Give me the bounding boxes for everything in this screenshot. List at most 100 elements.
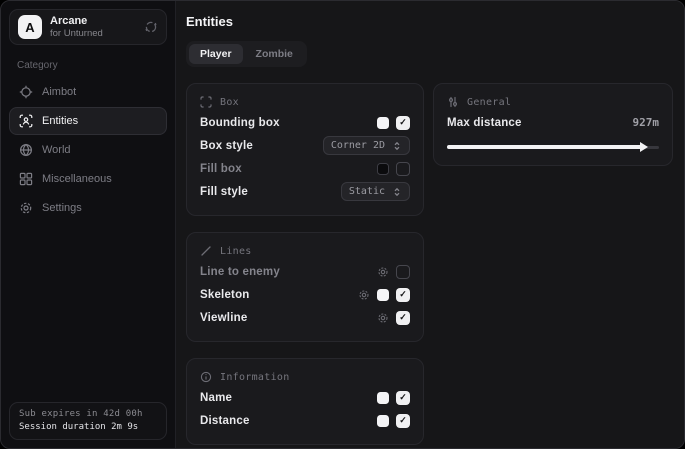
information-section-card: Information Name Distance — [186, 358, 424, 445]
setting-row-name: Name — [200, 386, 410, 409]
color-swatch[interactable] — [377, 392, 389, 404]
row-controls — [377, 162, 410, 176]
fill-box-checkbox[interactable] — [396, 162, 410, 176]
sidebar-item-aimbot[interactable]: Aimbot — [9, 78, 167, 106]
app-header-card: A Arcane for Unturned — [9, 9, 167, 45]
dropdown-value: Corner 2D — [331, 140, 385, 151]
fill-style-dropdown[interactable]: Static — [341, 182, 410, 201]
slider-thumb[interactable] — [640, 142, 648, 152]
row-label: Name — [200, 392, 232, 404]
chevrons-up-down-icon — [392, 141, 402, 151]
row-controls — [377, 311, 410, 325]
skeleton-settings-gear-icon[interactable] — [358, 289, 370, 301]
line-settings-gear-icon[interactable] — [377, 266, 389, 278]
main-panel: Entities Player Zombie Box — [176, 1, 685, 448]
entity-scan-icon — [19, 114, 33, 128]
bounding-box-checkbox[interactable] — [396, 116, 410, 130]
session-duration-text: Session duration 2m 9s — [19, 422, 157, 432]
row-label: Skeleton — [200, 289, 250, 301]
sidebar-item-label: Miscellaneous — [42, 173, 112, 185]
info-circle-icon — [200, 371, 212, 383]
sliders-icon — [447, 96, 459, 108]
row-label: Distance — [200, 415, 250, 427]
tab-zombie[interactable]: Zombie — [245, 44, 304, 64]
globe-icon — [19, 143, 33, 157]
setting-row-fill-style: Fill style Static — [200, 180, 410, 203]
box-style-dropdown[interactable]: Corner 2D — [323, 136, 410, 155]
name-checkbox[interactable] — [396, 391, 410, 405]
diagonal-line-icon — [200, 245, 212, 257]
row-label: Fill box — [200, 163, 242, 175]
sidebar: A Arcane for Unturned Category — [1, 1, 176, 448]
page-title: Entities — [186, 14, 673, 29]
row-label: Viewline — [200, 312, 247, 324]
row-controls — [377, 116, 410, 130]
setting-row-line-to-enemy: Line to enemy — [200, 260, 410, 283]
section-title: Information — [220, 372, 290, 383]
skeleton-checkbox[interactable] — [396, 288, 410, 302]
category-label: Category — [17, 60, 159, 71]
viewline-checkbox[interactable] — [396, 311, 410, 325]
row-label: Box style — [200, 140, 253, 152]
sidebar-item-world[interactable]: World — [9, 136, 167, 164]
box-section-header: Box — [200, 96, 410, 108]
row-label: Bounding box — [200, 117, 280, 129]
viewline-settings-gear-icon[interactable] — [377, 312, 389, 324]
distance-checkbox[interactable] — [396, 414, 410, 428]
app-title: Arcane — [50, 15, 103, 28]
row-controls — [377, 414, 410, 428]
sidebar-item-label: Entities — [42, 115, 78, 127]
app-logo: A — [18, 15, 42, 39]
content-columns: Box Bounding box Box style Corner 2D — [186, 83, 673, 445]
sidebar-item-settings[interactable]: Settings — [9, 194, 167, 222]
section-title: Box — [220, 97, 239, 108]
setting-row-distance: Distance — [200, 409, 410, 432]
general-section-card: General Max distance 927m — [433, 83, 673, 166]
setting-row-box-style: Box style Corner 2D — [200, 134, 410, 157]
dropdown-value: Static — [349, 186, 385, 197]
max-distance-slider[interactable] — [447, 141, 659, 153]
sync-icon[interactable] — [144, 20, 158, 34]
box-section-card: Box Bounding box Box style Corner 2D — [186, 83, 424, 216]
color-swatch[interactable] — [377, 163, 389, 175]
bounding-corners-icon — [200, 96, 212, 108]
sidebar-item-entities[interactable]: Entities — [9, 107, 167, 135]
row-label: Line to enemy — [200, 266, 280, 278]
row-label: Max distance — [447, 117, 522, 129]
section-title: Lines — [220, 246, 252, 257]
chevrons-up-down-icon — [392, 187, 402, 197]
tab-player[interactable]: Player — [189, 44, 243, 64]
sub-expiry-text: Sub expires in 42d 00h — [19, 409, 157, 419]
sidebar-item-label: Settings — [42, 202, 82, 214]
sidebar-item-label: World — [42, 144, 71, 156]
crosshair-icon — [19, 85, 33, 99]
slider-fill — [447, 145, 644, 149]
app-subtitle: for Unturned — [50, 28, 103, 39]
right-column: General Max distance 927m — [433, 83, 673, 166]
row-label: Fill style — [200, 186, 248, 198]
sidebar-item-miscellaneous[interactable]: Miscellaneous — [9, 165, 167, 193]
left-column: Box Bounding box Box style Corner 2D — [186, 83, 424, 445]
lines-section-card: Lines Line to enemy — [186, 232, 424, 342]
grid-icon — [19, 172, 33, 186]
section-title: General — [467, 97, 511, 108]
general-section-header: General — [447, 96, 659, 108]
information-section-header: Information — [200, 371, 410, 383]
setting-row-bounding-box: Bounding box — [200, 111, 410, 134]
row-controls — [377, 391, 410, 405]
sidebar-nav: Aimbot Entities World — [1, 78, 175, 222]
setting-row-max-distance: Max distance 927m — [447, 111, 659, 134]
setting-row-fill-box: Fill box — [200, 157, 410, 180]
lines-section-header: Lines — [200, 245, 410, 257]
line-to-enemy-checkbox[interactable] — [396, 265, 410, 279]
gear-icon — [19, 201, 33, 215]
subscription-status-card: Sub expires in 42d 00h Session duration … — [9, 402, 167, 440]
row-controls — [358, 288, 410, 302]
app-title-block: Arcane for Unturned — [50, 15, 103, 40]
color-swatch[interactable] — [377, 415, 389, 427]
color-swatch[interactable] — [377, 117, 389, 129]
color-swatch[interactable] — [377, 289, 389, 301]
tab-bar: Player Zombie — [186, 41, 307, 67]
setting-row-skeleton: Skeleton — [200, 283, 410, 306]
max-distance-value: 927m — [633, 116, 660, 129]
